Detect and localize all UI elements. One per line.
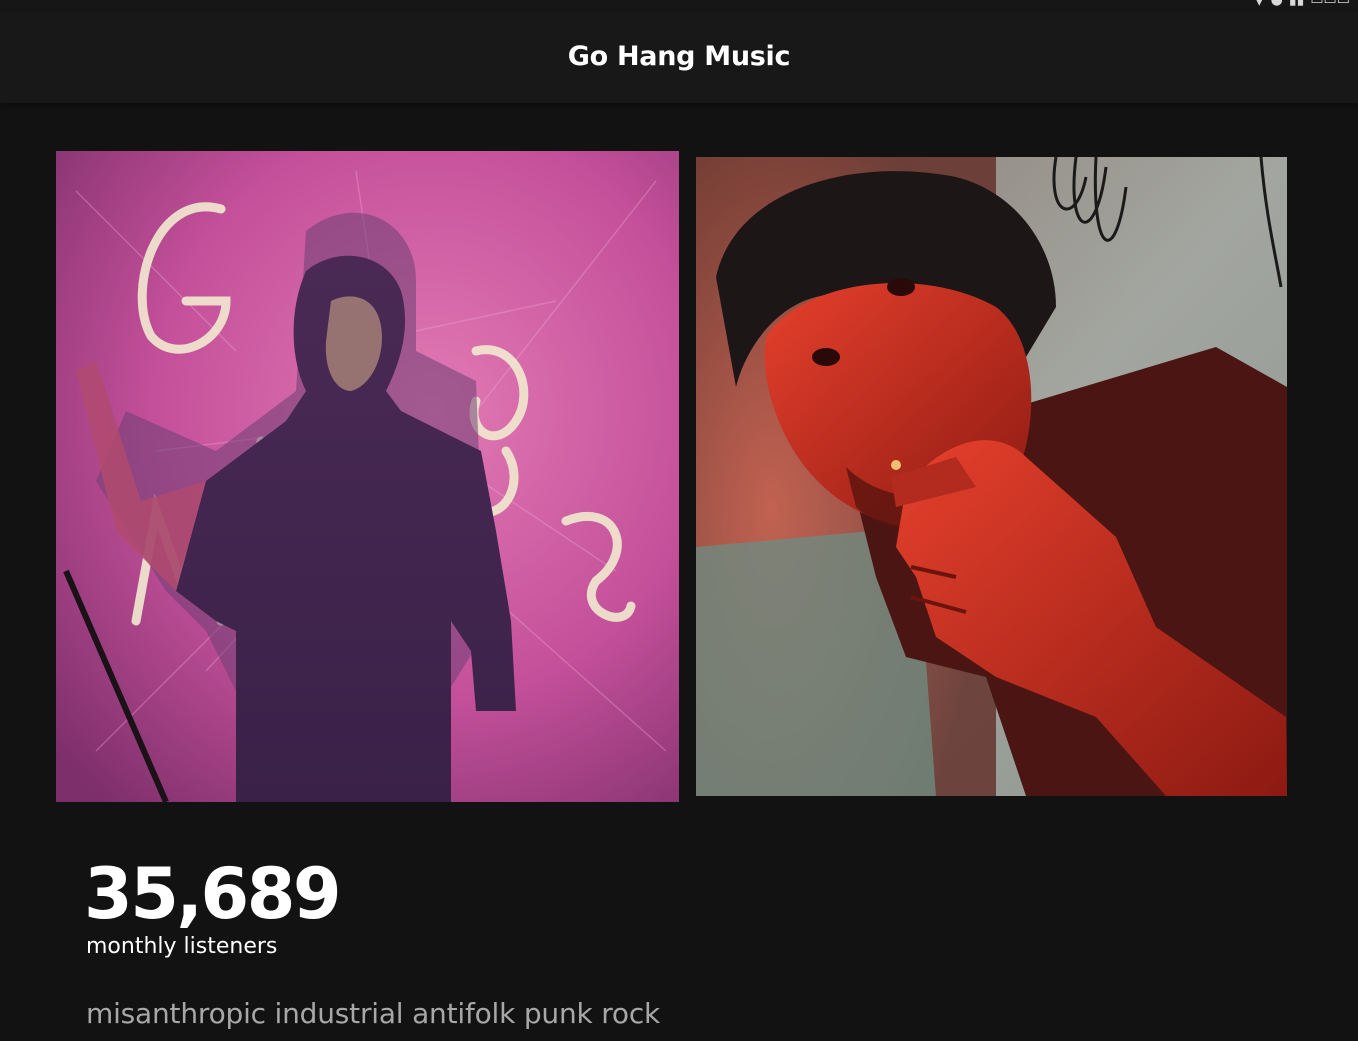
artist-name-title: Go Hang Music [567,41,791,72]
artist-bio: misanthropic industrial antifolk punk ro… [86,997,661,1030]
battery-icon: ▭▭▭ [1310,0,1350,8]
header: Go Hang Music [0,12,1358,103]
artist-photo-pink [56,151,679,802]
monthly-listeners-label: monthly listeners [86,934,278,959]
monthly-listeners-count: 35,689 [84,853,342,935]
signal-icon: ▮▮ [1288,0,1305,8]
artist-photo-red [696,157,1287,796]
location-icon: ▼ [1253,0,1265,8]
wifi-icon: ● [1270,0,1283,8]
status-icons: ▼ ● ▮▮ ▭▭▭ [1254,0,1350,7]
status-bar: ▼ ● ▮▮ ▭▭▭ [0,0,1358,12]
